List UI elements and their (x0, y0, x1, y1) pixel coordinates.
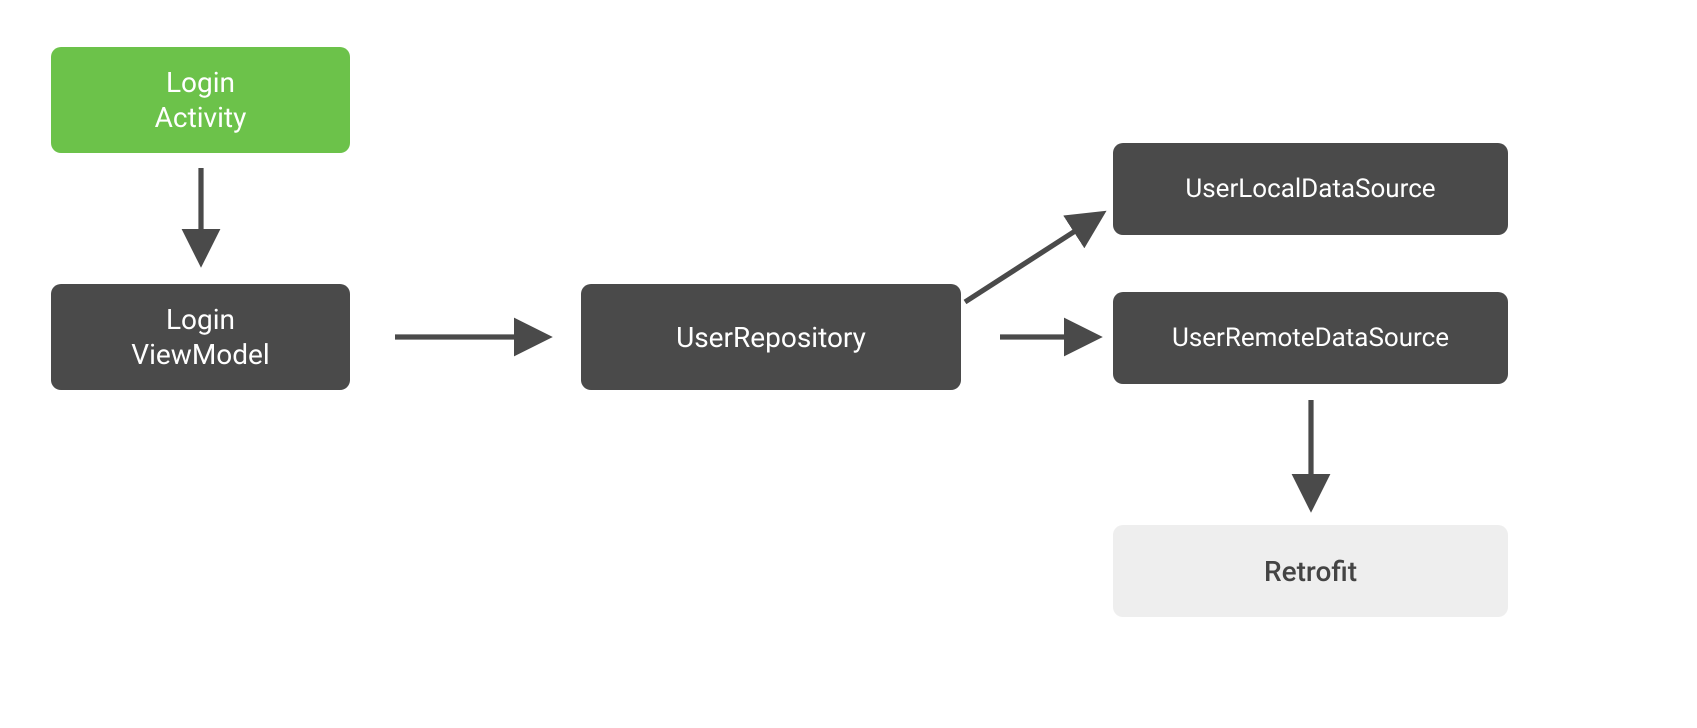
node-label: Login Activity (155, 65, 247, 135)
node-login-activity: Login Activity (51, 47, 350, 153)
node-label: UserRepository (676, 320, 866, 355)
node-user-repository: UserRepository (581, 284, 961, 390)
node-retrofit: Retrofit (1113, 525, 1508, 617)
node-label: UserLocalDataSource (1185, 173, 1435, 206)
node-label: Retrofit (1264, 554, 1357, 589)
edge-repository-to-local-ds (965, 215, 1100, 302)
node-label: UserRemoteDataSource (1172, 322, 1449, 355)
node-user-local-data-source: UserLocalDataSource (1113, 143, 1508, 235)
node-user-remote-data-source: UserRemoteDataSource (1113, 292, 1508, 384)
node-label: Login ViewModel (131, 302, 269, 372)
node-login-viewmodel: Login ViewModel (51, 284, 350, 390)
diagram-canvas: Login Activity Login ViewModel UserRepos… (0, 0, 1697, 728)
